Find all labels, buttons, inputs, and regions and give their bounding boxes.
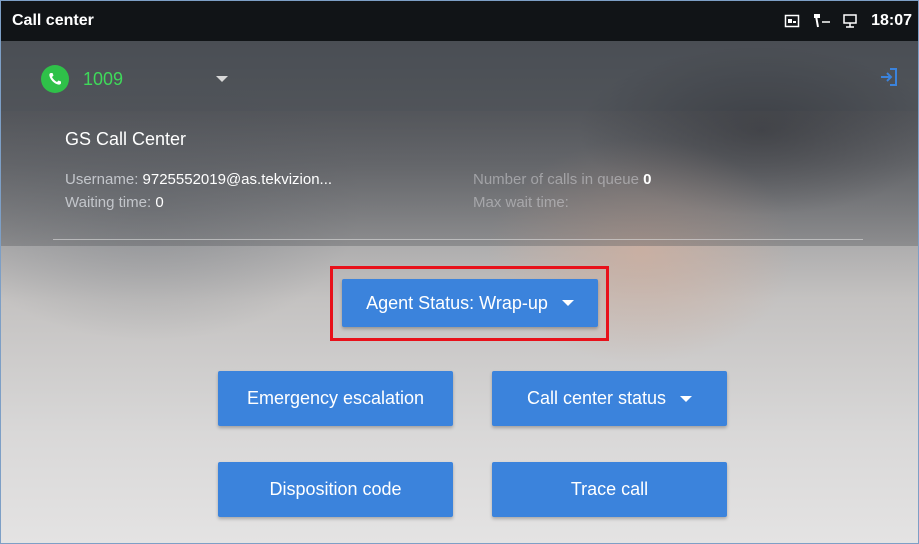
line-number: 1009 (83, 68, 124, 89)
queue-label: Number of calls in queue (473, 171, 644, 188)
username-row: Username: 9725552019@as.tekvizion... (65, 171, 332, 188)
max-wait-time-label: Max wait time: (473, 194, 569, 211)
emergency-escalation-label: Emergency escalation (246, 388, 425, 408)
queue-value: 0 (643, 171, 652, 188)
phone-icon (41, 65, 69, 93)
dropdown-icon[interactable] (216, 76, 228, 82)
disposition-code-label: Disposition code (269, 479, 402, 499)
highlight-box (330, 266, 609, 341)
screenshot-icon (784, 13, 800, 29)
call-center-status-button[interactable]: Call center status (492, 371, 727, 426)
usb-icon (813, 13, 831, 29)
trace-call-button[interactable]: Trace call (492, 462, 727, 517)
username-value: 9725552019@as.tekvizion... (142, 171, 333, 188)
network-icon (842, 13, 858, 29)
line-header (1, 41, 918, 111)
queue-row: Number of calls in queue 0 (473, 171, 651, 188)
app-title: Call center (12, 12, 94, 29)
call-center-name: GS Call Center (65, 129, 187, 149)
chevron-down-icon (680, 395, 693, 402)
call-center-status-label: Call center status (526, 388, 667, 408)
clock: 18:07 (871, 12, 912, 29)
status-icons: 18:07 (784, 12, 912, 30)
disposition-code-button[interactable]: Disposition code (218, 462, 453, 517)
waiting-time-row: Waiting time: 0 (65, 194, 164, 211)
status-bar: Call center 18:07 (1, 1, 918, 41)
trace-call-label: Trace call (570, 479, 649, 499)
username-label: Username: (65, 171, 143, 188)
line-selector[interactable]: 1009 (41, 65, 123, 93)
waiting-time-label: Waiting time: (65, 194, 156, 211)
waiting-time-value: 0 (155, 194, 164, 211)
exit-icon[interactable] (879, 67, 899, 92)
call-center-screen: Call center 18:07 1009 GS Call Center Us… (0, 0, 919, 544)
panel-divider (53, 239, 863, 240)
emergency-escalation-button[interactable]: Emergency escalation (218, 371, 453, 426)
